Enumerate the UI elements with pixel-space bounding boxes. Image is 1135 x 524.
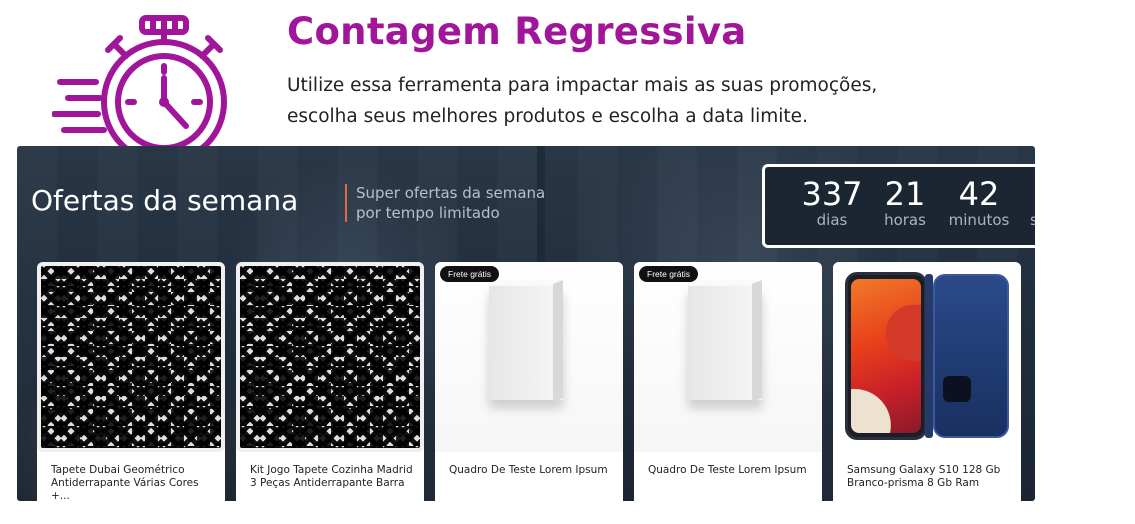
product-image[interactable] <box>634 262 822 452</box>
product-name[interactable]: Kit Jogo Tapete Cozinha Madrid 3 Peças A… <box>250 464 418 490</box>
countdown-hours: 21 horas <box>873 175 937 229</box>
countdown-timer: 337 dias 21 horas 42 minutos 47 segundos <box>762 164 1035 248</box>
hours-value: 21 <box>884 175 926 213</box>
product-image[interactable] <box>435 262 623 452</box>
product-card[interactable]: Tapete Dubai Geométrico Antiderrapante V… <box>37 262 225 501</box>
phone-front-image <box>845 272 927 440</box>
product-image[interactable] <box>236 262 424 452</box>
countdown-seconds: 47 segundos <box>1021 175 1035 229</box>
product-card[interactable]: Frete grátis Quadro De Teste Lorem Ipsum <box>435 262 623 501</box>
phone-side-image <box>925 274 933 438</box>
banner-subtitle-line-1: Super ofertas da semana <box>356 184 546 202</box>
days-label: dias <box>816 211 848 229</box>
banner-title: Ofertas da semana <box>31 184 299 217</box>
description-line-1: Utilize essa ferramenta para impactar ma… <box>287 75 878 96</box>
banner-divider <box>345 184 347 222</box>
product-name[interactable]: Quadro De Teste Lorem Ipsum <box>449 464 617 477</box>
product-name[interactable]: Quadro De Teste Lorem Ipsum <box>648 464 816 477</box>
page-title: Contagem Regressiva <box>287 10 747 53</box>
product-card[interactable]: Kit Jogo Tapete Cozinha Madrid 3 Peças A… <box>236 262 424 501</box>
description-line-2: escolha seus melhores produtos e escolha… <box>287 106 808 127</box>
stopwatch-icon <box>51 10 242 165</box>
hours-label: horas <box>884 211 926 229</box>
seconds-label: segundos <box>1029 211 1035 229</box>
banner-subtitle-line-2: por tempo limitado <box>356 204 500 222</box>
phone-back-image <box>933 274 1009 438</box>
product-name[interactable]: Samsung Galaxy S10 128 Gb Branco-prisma … <box>847 464 1015 490</box>
product-name[interactable]: Tapete Dubai Geométrico Antiderrapante V… <box>51 464 219 501</box>
product-image[interactable] <box>833 262 1021 452</box>
seconds-value: 47 <box>1021 175 1035 213</box>
page-description: Utilize essa ferramenta para impactar ma… <box>287 70 1007 132</box>
offers-banner: Ofertas da semana Super ofertas da seman… <box>17 146 1035 501</box>
minutes-label: minutos <box>948 211 1010 229</box>
countdown-days: 337 dias <box>787 175 877 229</box>
product-card[interactable]: Samsung Galaxy S10 128 Gb Branco-prisma … <box>833 262 1021 501</box>
minutes-value: 42 <box>958 175 1000 213</box>
free-shipping-badge: Frete grátis <box>440 266 499 282</box>
product-image[interactable] <box>37 262 225 452</box>
free-shipping-badge: Frete grátis <box>639 266 698 282</box>
product-card[interactable]: Frete grátis Quadro De Teste Lorem Ipsum <box>634 262 822 501</box>
days-value: 337 <box>801 175 863 213</box>
countdown-minutes: 42 minutos <box>939 175 1019 229</box>
banner-subtitle: Super ofertas da semana por tempo limita… <box>356 183 596 223</box>
